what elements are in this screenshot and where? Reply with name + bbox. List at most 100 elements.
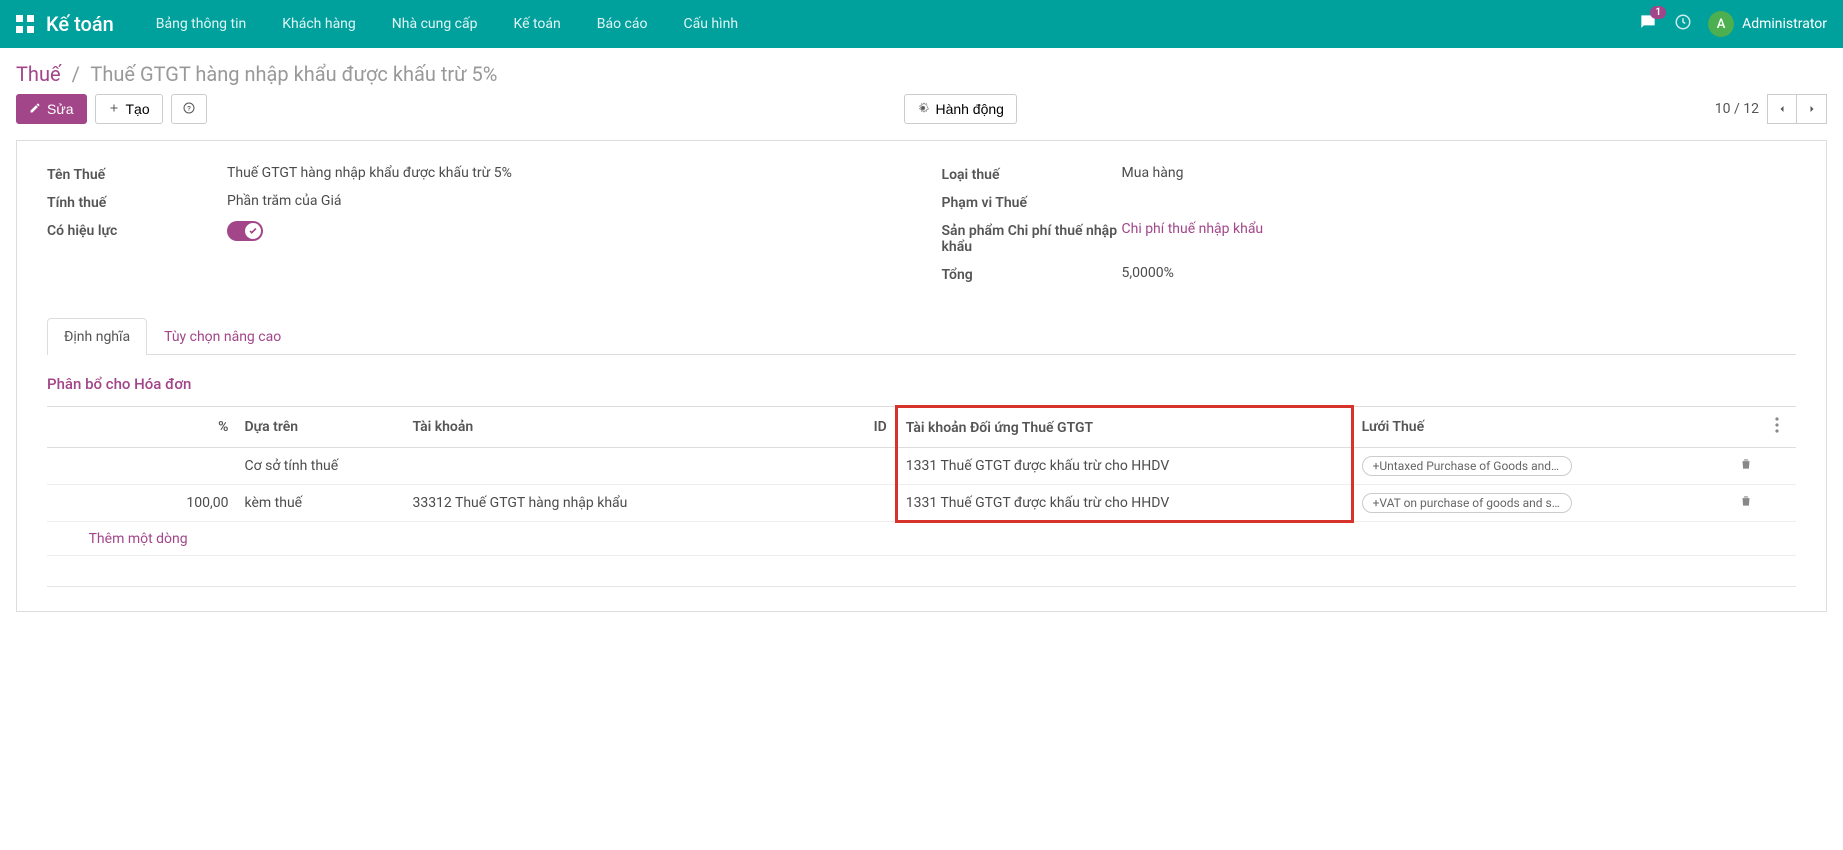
value-tax-type: Mua hàng <box>1122 165 1797 181</box>
cell-vat-account: 1331 Thuế GTGT được khấu trừ cho HHDV <box>896 485 1352 522</box>
nav-item-vendors[interactable]: Nhà cung cấp <box>374 0 496 48</box>
nav-item-configuration[interactable]: Cấu hình <box>666 0 757 48</box>
topnav-left: Kế toán Bảng thông tin Khách hàng Nhà cu… <box>16 0 756 48</box>
chevron-right-icon <box>1806 103 1818 115</box>
nav-item-reports[interactable]: Báo cáo <box>579 0 666 48</box>
label-tax-type: Loại thuế <box>942 165 1122 183</box>
row-delete[interactable] <box>1724 448 1767 485</box>
edit-button-label: Sửa <box>47 101 74 117</box>
cell-pct <box>81 448 237 485</box>
table-add-row: Thêm một dòng <box>47 522 1796 556</box>
col-tax-grid[interactable]: Lưới Thuế <box>1352 407 1724 448</box>
trash-icon <box>1739 459 1753 475</box>
controlbar-right: 10 / 12 <box>1715 94 1827 124</box>
toggle-knob <box>245 223 261 239</box>
section-invoice-allocation: Phân bổ cho Hóa đơn <box>47 375 1796 393</box>
help-button[interactable]: ? <box>171 94 207 124</box>
col-vat-account[interactable]: Tài khoản Đối ứng Thuế GTGT <box>896 407 1352 448</box>
pencil-icon <box>29 101 41 117</box>
controlbar-center: Hành động <box>904 94 1017 124</box>
create-button[interactable]: Tạo <box>95 94 163 124</box>
label-total: Tổng <box>942 265 1122 283</box>
col-pct[interactable]: % <box>81 407 237 448</box>
col-options[interactable] <box>1767 407 1796 448</box>
controlbar-left: Sửa Tạo ? <box>16 94 207 124</box>
check-icon <box>248 226 258 236</box>
pager-prev-button[interactable] <box>1767 94 1797 124</box>
activity-icon[interactable] <box>1674 13 1692 35</box>
breadcrumb-sep: / <box>72 62 80 86</box>
col-account[interactable]: Tài khoản <box>404 407 824 448</box>
add-line-link[interactable]: Thêm một dòng <box>89 531 188 547</box>
drag-handle <box>47 485 81 522</box>
field-tax-type: Loại thuế Mua hàng <box>942 165 1797 183</box>
nav-items: Bảng thông tin Khách hàng Nhà cung cấp K… <box>138 0 756 48</box>
value-total: 5,0000% <box>1122 265 1797 281</box>
cell-vat-account: 1331 Thuế GTGT được khấu trừ cho HHDV <box>896 448 1352 485</box>
table-header-row: % Dựa trên Tài khoản ID Tài khoản Đối ứn… <box>47 407 1796 448</box>
user-menu[interactable]: A Administrator <box>1708 11 1827 37</box>
breadcrumb-current: Thuế GTGT hàng nhập khẩu được khấu trừ 5… <box>90 62 497 86</box>
field-tax-name: Tên Thuế Thuế GTGT hàng nhập khẩu được k… <box>47 165 902 183</box>
form-sheet: Tên Thuế Thuế GTGT hàng nhập khẩu được k… <box>16 140 1827 612</box>
tax-grid-tag[interactable]: +VAT on purchase of goods and ser… <box>1362 493 1572 513</box>
question-icon: ? <box>183 101 195 117</box>
cell-account: 33312 Thuế GTGT hàng nhập khẩu <box>404 485 824 522</box>
apps-icon[interactable] <box>16 15 34 33</box>
nav-item-accounting[interactable]: Kế toán <box>495 0 578 48</box>
edit-button[interactable]: Sửa <box>16 94 87 124</box>
col-delete <box>1724 407 1767 448</box>
pager-text[interactable]: 10 / 12 <box>1715 101 1759 117</box>
cell-based-on: kèm thuế <box>237 485 405 522</box>
value-import-product[interactable]: Chi phí thuế nhập khẩu <box>1122 221 1797 237</box>
trash-icon <box>1739 496 1753 512</box>
label-tax-scope: Phạm vi Thuế <box>942 193 1122 211</box>
avatar: A <box>1708 11 1734 37</box>
label-tax-computation: Tính thuế <box>47 193 227 211</box>
label-tax-name: Tên Thuế <box>47 165 227 183</box>
cell-based-on: Cơ sở tính thuế <box>237 448 405 485</box>
cell-empty <box>47 522 81 556</box>
label-import-product: Sản phẩm Chi phí thuế nhập khẩu <box>942 221 1122 255</box>
topnav-right: 1 A Administrator <box>1638 11 1827 37</box>
cell-tax-grid: +VAT on purchase of goods and ser… <box>1352 485 1724 522</box>
value-tax-computation: Phần trăm của Giá <box>227 193 902 209</box>
value-active <box>227 221 902 245</box>
breadcrumb-parent[interactable]: Thuế <box>16 62 61 86</box>
breadcrumb: Thuế / Thuế GTGT hàng nhập khẩu được khấ… <box>0 48 1843 94</box>
cell-empty <box>1767 448 1796 485</box>
active-toggle[interactable] <box>227 221 263 241</box>
chat-icon <box>1638 20 1658 36</box>
brand[interactable]: Kế toán <box>46 12 114 36</box>
cell-id <box>824 485 896 522</box>
tax-grid-tag[interactable]: +Untaxed Purchase of Goods and S… <box>1362 456 1572 476</box>
col-id[interactable]: ID <box>824 407 896 448</box>
messages-button[interactable]: 1 <box>1638 12 1658 36</box>
field-total: Tổng 5,0000% <box>942 265 1797 283</box>
nav-item-dashboard[interactable]: Bảng thông tin <box>138 0 264 48</box>
topnav: Kế toán Bảng thông tin Khách hàng Nhà cu… <box>0 0 1843 48</box>
tab-advanced[interactable]: Tùy chọn nâng cao <box>147 318 298 355</box>
table-row[interactable]: Cơ sở tính thuế 1331 Thuế GTGT được khấu… <box>47 448 1796 485</box>
user-name: Administrator <box>1742 16 1827 32</box>
field-tax-computation: Tính thuế Phần trăm của Giá <box>47 193 902 211</box>
action-button[interactable]: Hành động <box>904 94 1017 124</box>
action-button-label: Hành động <box>935 101 1004 117</box>
sheet-outer: Tên Thuế Thuế GTGT hàng nhập khẩu được k… <box>0 140 1843 642</box>
nav-item-customers[interactable]: Khách hàng <box>264 0 374 48</box>
form-col-left: Tên Thuế Thuế GTGT hàng nhập khẩu được k… <box>47 165 902 293</box>
cell-pct: 100,00 <box>81 485 237 522</box>
field-import-product: Sản phẩm Chi phí thuế nhập khẩu Chi phí … <box>942 221 1797 255</box>
cell-account <box>404 448 824 485</box>
tab-definition[interactable]: Định nghĩa <box>47 318 147 355</box>
add-line-cell: Thêm một dòng <box>81 522 1796 556</box>
plus-icon <box>108 101 120 117</box>
kebab-icon <box>1775 421 1779 437</box>
pager-next-button[interactable] <box>1797 94 1827 124</box>
allocation-table: % Dựa trên Tài khoản ID Tài khoản Đối ứn… <box>47 405 1796 556</box>
field-tax-scope: Phạm vi Thuế <box>942 193 1797 211</box>
gear-icon <box>917 101 929 117</box>
table-row[interactable]: 100,00 kèm thuế 33312 Thuế GTGT hàng nhậ… <box>47 485 1796 522</box>
col-based-on[interactable]: Dựa trên <box>237 407 405 448</box>
row-delete[interactable] <box>1724 485 1767 522</box>
